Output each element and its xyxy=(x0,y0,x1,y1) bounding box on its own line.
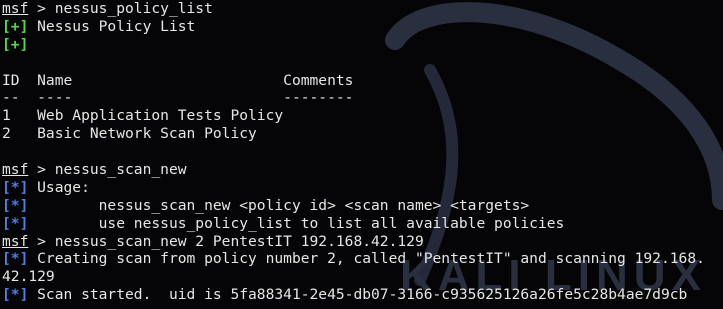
output-text: Creating scan from policy number 2, call… xyxy=(28,250,705,268)
info-marker: [*] xyxy=(2,178,29,196)
output-text: ID Name Comments xyxy=(2,71,354,89)
output-text: > nessus_policy_list xyxy=(28,0,213,17)
output-text: > nessus_scan_new 2 PentestIT 192.168.42… xyxy=(28,232,424,250)
output-text: Nessus Policy List xyxy=(28,17,196,35)
terminal-line: [*] Scan started. uid is 5fa88341-2e45-d… xyxy=(2,286,705,304)
output-text: 42.129 xyxy=(2,268,55,286)
prompt-msf: msf xyxy=(2,232,29,250)
terminal-line: msf > nessus_policy_list xyxy=(2,0,705,18)
output-text: 1 Web Application Tests Policy xyxy=(2,107,284,125)
terminal-line: 42.129 xyxy=(2,268,705,286)
terminal-line: [*] nessus_scan_new <policy id> <scan na… xyxy=(2,197,705,215)
prompt-msf: msf xyxy=(2,0,29,17)
info-marker: [*] xyxy=(2,286,29,304)
terminal-line: [*] Creating scan from policy number 2, … xyxy=(2,250,705,268)
terminal-line: -- ---- -------- xyxy=(2,89,705,107)
success-marker: [+] xyxy=(2,35,29,53)
info-marker: [*] xyxy=(2,196,29,214)
terminal-output: msf > nessus_policy_list [+] Nessus Polic… xyxy=(2,0,705,304)
terminal-line: 1 Web Application Tests Policy xyxy=(2,107,705,125)
terminal-line: [*] use nessus_policy_list to list all a… xyxy=(2,215,705,233)
output-text: use nessus_policy_list to list all avail… xyxy=(28,214,565,232)
output-text: Scan started. uid is 5fa88341-2e45-db07-… xyxy=(28,286,688,304)
terminal-line: ID Name Comments xyxy=(2,72,705,90)
terminal-line: msf > nessus_scan_new 2 PentestIT 192.16… xyxy=(2,233,705,251)
terminal-line: 2 Basic Network Scan Policy xyxy=(2,125,705,143)
terminal-line: [*] Usage: xyxy=(2,179,705,197)
info-marker: [*] xyxy=(2,250,29,268)
terminal-line: [+] Nessus Policy List xyxy=(2,18,705,36)
prompt-msf: msf xyxy=(2,161,29,179)
output-text: 2 Basic Network Scan Policy xyxy=(2,125,257,143)
info-marker: [*] xyxy=(2,214,29,232)
success-marker: [+] xyxy=(2,17,29,35)
output-text: > nessus_scan_new xyxy=(28,161,187,179)
output-text: Usage: xyxy=(28,178,90,196)
terminal-line: msf > nessus_scan_new xyxy=(2,161,705,179)
output-text: -- ---- -------- xyxy=(2,89,354,107)
output-text: nessus_scan_new <policy id> <scan name> … xyxy=(28,196,530,214)
terminal-line: [+] xyxy=(2,36,705,54)
terminal-window[interactable]: KALI LINUX msf > nessus_policy_list [+] N… xyxy=(0,0,723,309)
